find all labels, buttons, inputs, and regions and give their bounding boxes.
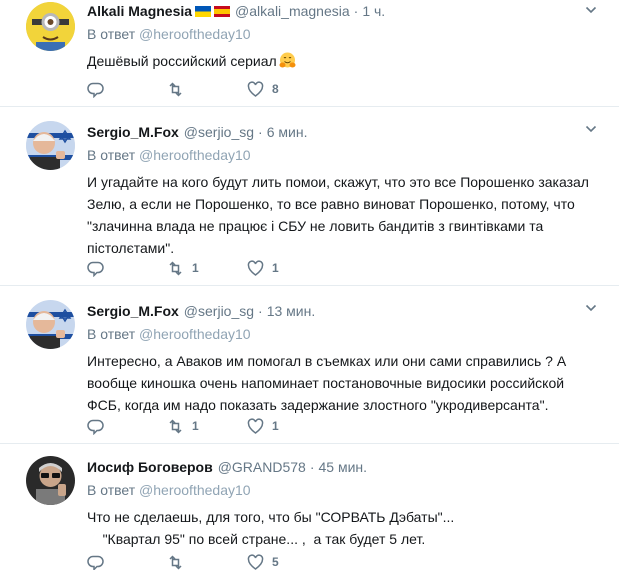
like-count: 5	[272, 555, 279, 569]
tweet-content: Иосиф Боговеров @GRAND578 · 45 мин. В от…	[87, 456, 607, 550]
display-name[interactable]: Sergio_M.Fox	[87, 303, 179, 319]
tweet-content: Sergio_M.Fox @serjio_sg · 6 мин. В ответ…	[87, 121, 607, 259]
hugging-face-emoji-icon	[279, 52, 296, 68]
avatar[interactable]	[26, 456, 75, 505]
avatar[interactable]	[26, 121, 75, 170]
reply-mention-link[interactable]: @herooftheday10	[139, 147, 251, 163]
reply-mention-link[interactable]: @herooftheday10	[139, 26, 251, 42]
tweet-content: Sergio_M.Fox @serjio_sg · 13 мин. В отве…	[87, 300, 607, 416]
retweet-icon	[169, 418, 182, 434]
separator-dot: ·	[258, 303, 263, 319]
like-button[interactable]: 8	[247, 79, 279, 99]
spain-flag-icon	[214, 5, 231, 17]
tweet-header: Sergio_M.Fox @serjio_sg · 13 мин.	[87, 300, 607, 322]
reply-prefix: В ответ	[87, 326, 136, 342]
tweet[interactable]: Sergio_M.Fox @serjio_sg · 6 мин. В ответ…	[0, 107, 619, 286]
reply-context: В ответ @herooftheday10	[87, 324, 607, 344]
tweet-header: Иосиф Боговеров @GRAND578 · 45 мин.	[87, 456, 607, 478]
timestamp[interactable]: 6 мин.	[267, 124, 308, 140]
ukraine-flag-icon	[195, 5, 212, 17]
reply-icon	[87, 419, 104, 435]
retweet-count: 1	[192, 419, 199, 433]
retweet-icon	[169, 81, 182, 97]
like-button[interactable]: 1	[247, 416, 279, 436]
retweet-icon	[169, 260, 182, 276]
user-handle[interactable]: @serjio_sg	[184, 303, 254, 319]
retweet-button[interactable]	[167, 552, 192, 570]
display-name[interactable]: Alkali Magnesia	[87, 3, 192, 19]
like-button[interactable]: 5	[247, 552, 279, 570]
tweet-text: Интересно, а Аваков им помогал в съемках…	[87, 353, 567, 413]
display-name[interactable]: Иосиф Боговеров	[87, 459, 213, 475]
heart-icon	[247, 553, 264, 570]
tweet-header: Sergio_M.Fox @serjio_sg · 6 мин.	[87, 121, 607, 143]
tweet-content: Alkali Magnesia @alkali_magnesia · 1 ч. …	[87, 0, 607, 72]
like-count: 1	[272, 419, 279, 433]
heart-icon	[247, 259, 264, 276]
reply-prefix: В ответ	[87, 26, 136, 42]
chevron-down-icon[interactable]	[585, 4, 597, 16]
retweet-button[interactable]	[167, 79, 192, 99]
retweet-icon	[169, 554, 182, 570]
tweet[interactable]: Sergio_M.Fox @serjio_sg · 13 мин. В отве…	[0, 286, 619, 444]
reply-button[interactable]	[87, 416, 112, 436]
retweet-count: 1	[192, 261, 199, 275]
tweet[interactable]: Иосиф Боговеров @GRAND578 · 45 мин. В от…	[0, 444, 619, 570]
timestamp[interactable]: 13 мин.	[267, 303, 316, 319]
tweet-header: Alkali Magnesia @alkali_magnesia · 1 ч.	[87, 0, 607, 22]
reply-button[interactable]	[87, 79, 112, 99]
reply-context: В ответ @herooftheday10	[87, 145, 607, 165]
reply-mention-link[interactable]: @herooftheday10	[139, 482, 251, 498]
tweet[interactable]: Alkali Magnesia @alkali_magnesia · 1 ч. …	[0, 0, 619, 107]
reply-icon	[87, 261, 104, 277]
reply-icon	[87, 82, 104, 98]
separator-dot: ·	[309, 459, 315, 475]
user-handle[interactable]: @alkali_magnesia	[235, 3, 350, 19]
chevron-down-icon[interactable]	[585, 302, 597, 314]
separator-dot: ·	[353, 3, 359, 19]
reply-prefix: В ответ	[87, 147, 136, 163]
retweet-button[interactable]: 1	[167, 416, 199, 436]
heart-icon	[247, 417, 264, 434]
like-button[interactable]: 1	[247, 258, 279, 278]
timestamp[interactable]: 45 мин.	[319, 459, 368, 475]
reply-icon	[87, 555, 104, 570]
reply-context: В ответ @herooftheday10	[87, 24, 607, 44]
user-handle[interactable]: @GRAND578	[218, 459, 306, 475]
separator-dot: ·	[258, 124, 263, 140]
like-count: 8	[272, 82, 279, 96]
timestamp[interactable]: 1 ч.	[362, 3, 385, 19]
user-handle[interactable]: @serjio_sg	[184, 124, 254, 140]
reply-context: В ответ @herooftheday10	[87, 480, 607, 500]
like-count: 1	[272, 261, 279, 275]
tweet-text-body: Дешёвый российский сериал	[87, 53, 277, 69]
reply-prefix: В ответ	[87, 482, 136, 498]
retweet-button[interactable]: 1	[167, 258, 199, 278]
reply-mention-link[interactable]: @herooftheday10	[139, 326, 251, 342]
chevron-down-icon[interactable]	[585, 123, 597, 135]
reply-button[interactable]	[87, 258, 112, 278]
tweet-text: Дешёвый российский сериал	[87, 50, 602, 72]
tweet-feed: Alkali Magnesia @alkali_magnesia · 1 ч. …	[0, 0, 619, 570]
tweet-text: Что не сделаешь, для того, что бы "СОРВА…	[87, 509, 455, 547]
avatar[interactable]	[26, 300, 75, 349]
avatar[interactable]	[26, 2, 75, 51]
reply-button[interactable]	[87, 552, 112, 570]
tweet-text: И угадайте на кого будут лить помои, ска…	[87, 174, 589, 256]
display-name[interactable]: Sergio_M.Fox	[87, 124, 179, 140]
heart-icon	[247, 80, 264, 97]
